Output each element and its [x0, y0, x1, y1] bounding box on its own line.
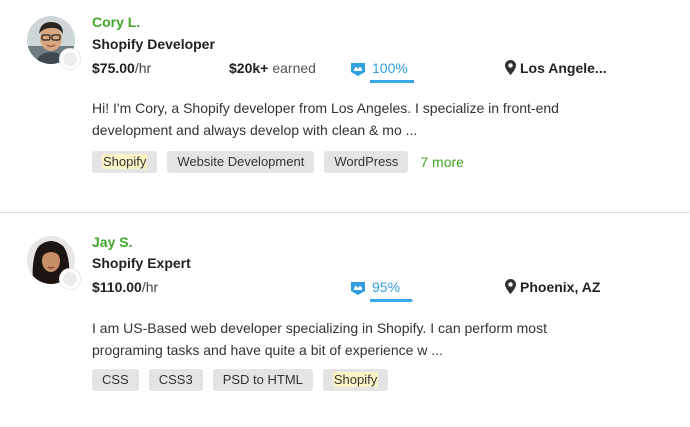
freelancer-title: Shopify Developer: [92, 36, 215, 52]
stats-row: $110.00/hr 95% Phoenix, AZ: [92, 279, 670, 303]
avatar[interactable]: [27, 236, 81, 290]
earned-amount: $20k+: [229, 60, 269, 76]
skill-tag-shopify[interactable]: Shopify: [322, 369, 389, 391]
tag-label: Shopify: [102, 154, 148, 169]
rate-amount: $110.00: [92, 279, 142, 295]
jss-progress-fill: [370, 299, 412, 302]
freelancer-name[interactable]: Cory L.: [92, 14, 140, 30]
freelancer-name[interactable]: Jay S.: [92, 234, 132, 250]
top-rated-badge-icon: [351, 282, 365, 295]
skill-tag-psd-to-html[interactable]: PSD to HTML: [212, 369, 313, 391]
jss-progress-bar: [370, 299, 414, 302]
skill-tag-css[interactable]: CSS: [92, 369, 139, 391]
more-skills-link[interactable]: 7 more: [420, 154, 464, 170]
rate-unit: /hr: [134, 60, 152, 76]
description-line: development and always develop with clea…: [92, 122, 418, 138]
jss-progress-fill: [370, 80, 414, 83]
skill-tag-wordpress[interactable]: WordPress: [324, 151, 409, 173]
skill-tag-shopify[interactable]: Shopify: [92, 151, 158, 173]
description-line: Hi! I'm Cory, a Shopify developer from L…: [92, 100, 559, 116]
location-text: Phoenix, AZ: [520, 279, 601, 295]
jss-progress-bar: [370, 80, 414, 83]
rate-unit: /hr: [141, 279, 159, 295]
hourly-rate: $75.00/hr: [92, 60, 151, 76]
availability-status-icon: [59, 268, 81, 290]
stats-row: $75.00/hr $20k+ earned 100% Los Angele...: [92, 60, 670, 84]
map-pin-icon: [505, 60, 516, 75]
description-line: programing tasks and have quite a bit of…: [92, 342, 443, 358]
earned-label: earned: [272, 60, 316, 76]
freelancer-card[interactable]: Jay S. Shopify Expert $110.00/hr 95% Pho…: [0, 214, 690, 427]
avatar[interactable]: [27, 16, 81, 70]
total-earned: $20k+ earned: [229, 60, 316, 76]
freelancer-description[interactable]: I am US-Based web developer specializing…: [92, 317, 652, 361]
freelancer-card[interactable]: Cory L. Shopify Developer $75.00/hr $20k…: [0, 0, 690, 213]
tag-label: Shopify: [332, 372, 379, 387]
skill-tags: CSS CSS3 PSD to HTML Shopify: [92, 369, 398, 391]
skill-tag-website-development[interactable]: Website Development: [167, 151, 315, 173]
skill-tag-css3[interactable]: CSS3: [148, 369, 203, 391]
skill-tags: Shopify Website Development WordPress 7 …: [92, 151, 464, 173]
jss-percentage: 95%: [372, 279, 401, 295]
map-pin-icon: [505, 279, 516, 294]
top-rated-badge-icon: [351, 63, 365, 76]
hourly-rate: $110.00/hr: [92, 279, 158, 295]
jss-percentage: 100%: [372, 60, 408, 76]
location-text: Los Angele...: [520, 60, 607, 76]
freelancer-title: Shopify Expert: [92, 255, 191, 271]
rate-amount: $75.00: [92, 60, 135, 76]
availability-status-icon: [59, 48, 81, 70]
description-line: I am US-Based web developer specializing…: [92, 320, 547, 336]
location: Phoenix, AZ: [505, 279, 600, 295]
location: Los Angele...: [505, 60, 607, 76]
freelancer-description[interactable]: Hi! I'm Cory, a Shopify developer from L…: [92, 97, 652, 141]
